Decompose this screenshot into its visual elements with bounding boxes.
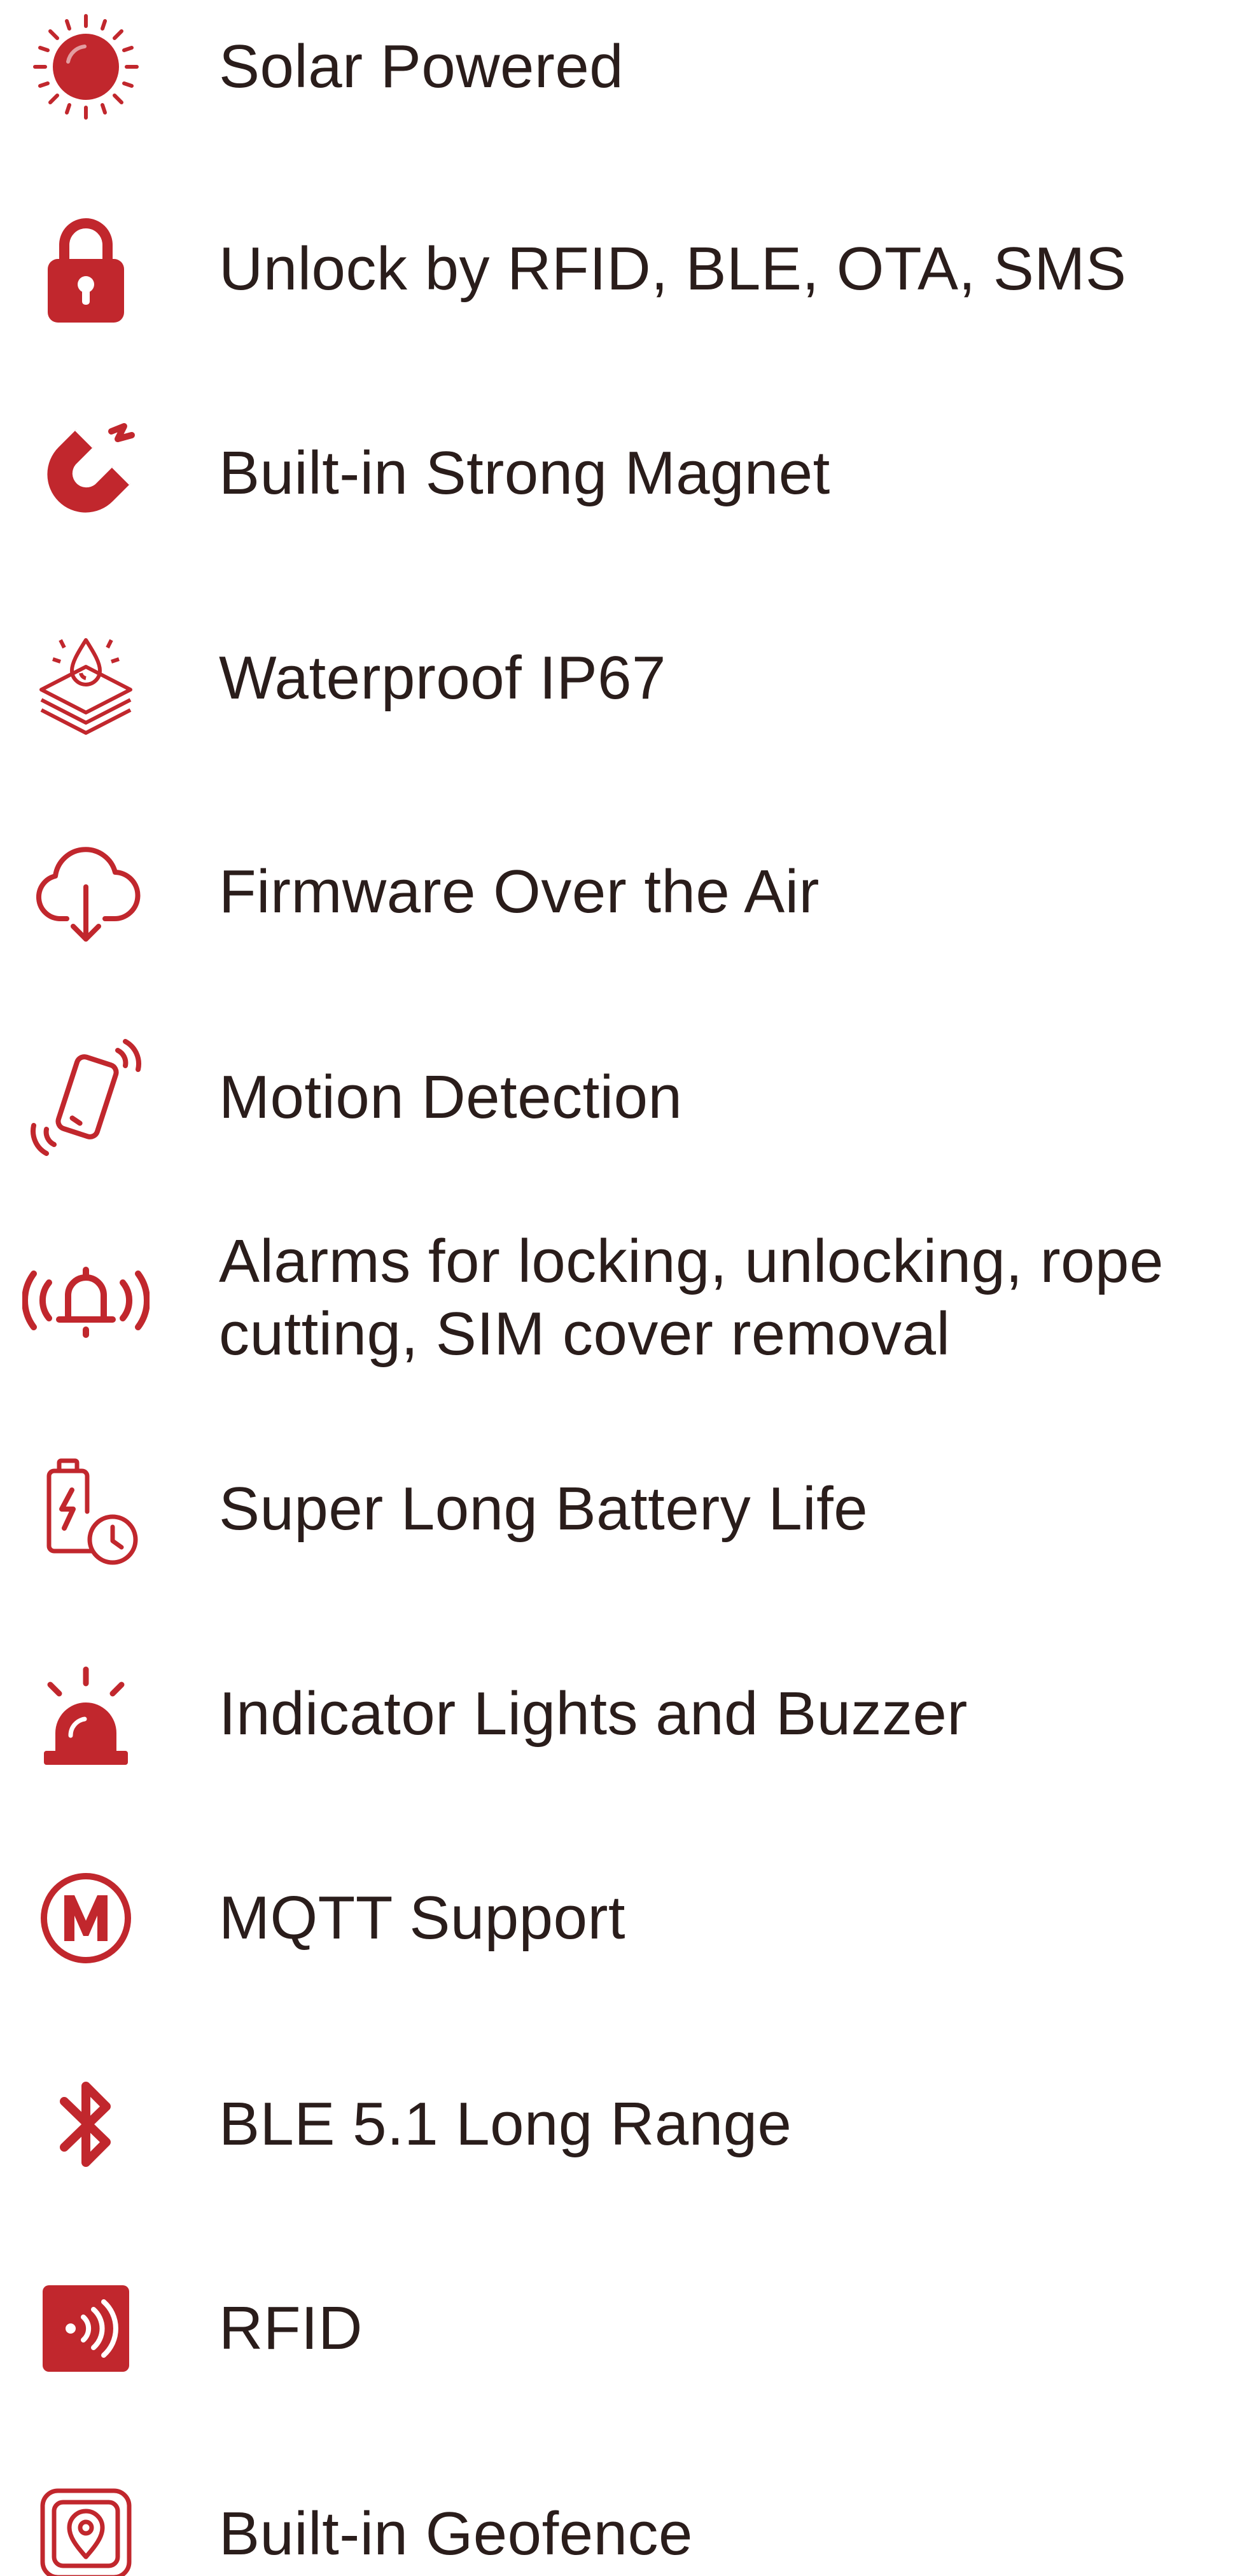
feature-item: Super Long Battery Life xyxy=(0,1430,1235,1589)
feature-label: Built-in Strong Magnet xyxy=(219,439,830,507)
feature-label: Firmware Over the Air xyxy=(219,858,820,926)
bluetooth-icon xyxy=(22,2061,150,2188)
feature-item: Alarms for locking, unlocking, rope cutt… xyxy=(0,1218,1235,1377)
phone-vibration-icon xyxy=(22,1034,150,1161)
padlock-icon xyxy=(22,205,150,333)
siren-light-icon xyxy=(22,1650,150,1778)
bell-alarm-icon xyxy=(22,1234,150,1361)
magnet-icon xyxy=(22,410,150,537)
feature-item: Motion Detection xyxy=(0,1018,1235,1177)
feature-item: Built-in Geofence xyxy=(0,2454,1235,2576)
feature-label: Unlock by RFID, BLE, OTA, SMS xyxy=(219,235,1127,303)
feature-item: RFID xyxy=(0,2249,1235,2408)
battery-clock-icon xyxy=(22,1445,150,1573)
feature-item: BLE 5.1 Long Range xyxy=(0,2045,1235,2204)
feature-label: RFID xyxy=(219,2294,363,2362)
feature-item: Solar Powered xyxy=(0,0,1235,146)
feature-item: Unlock by RFID, BLE, OTA, SMS xyxy=(0,190,1235,349)
feature-label: Waterproof IP67 xyxy=(219,644,666,712)
waterproof-layers-icon xyxy=(22,615,150,742)
feature-label: Super Long Battery Life xyxy=(219,1475,869,1543)
feature-item: Waterproof IP67 xyxy=(0,599,1235,758)
feature-label: Indicator Lights and Buzzer xyxy=(219,1680,968,1748)
feature-item: Firmware Over the Air xyxy=(0,812,1235,971)
geofence-pin-icon xyxy=(22,2470,150,2576)
feature-list: Solar Powered Unlock by RFID, BLE, OTA, … xyxy=(0,0,1235,2576)
mqtt-m-icon xyxy=(22,1855,150,1982)
feature-item: Built-in Strong Magnet xyxy=(0,394,1235,553)
sun-icon xyxy=(22,3,150,130)
feature-item: Indicator Lights and Buzzer xyxy=(0,1634,1235,1793)
feature-label: Alarms for locking, unlocking, rope cutt… xyxy=(219,1227,1164,1368)
feature-item: MQTT Support xyxy=(0,1839,1235,1998)
feature-label: Built-in Geofence xyxy=(219,2500,693,2568)
cloud-download-icon xyxy=(22,828,150,956)
feature-label: MQTT Support xyxy=(219,1884,626,1952)
rfid-icon xyxy=(22,2265,150,2392)
feature-label: Motion Detection xyxy=(219,1063,683,1131)
feature-label: BLE 5.1 Long Range xyxy=(219,2090,792,2158)
feature-label: Solar Powered xyxy=(219,32,624,101)
